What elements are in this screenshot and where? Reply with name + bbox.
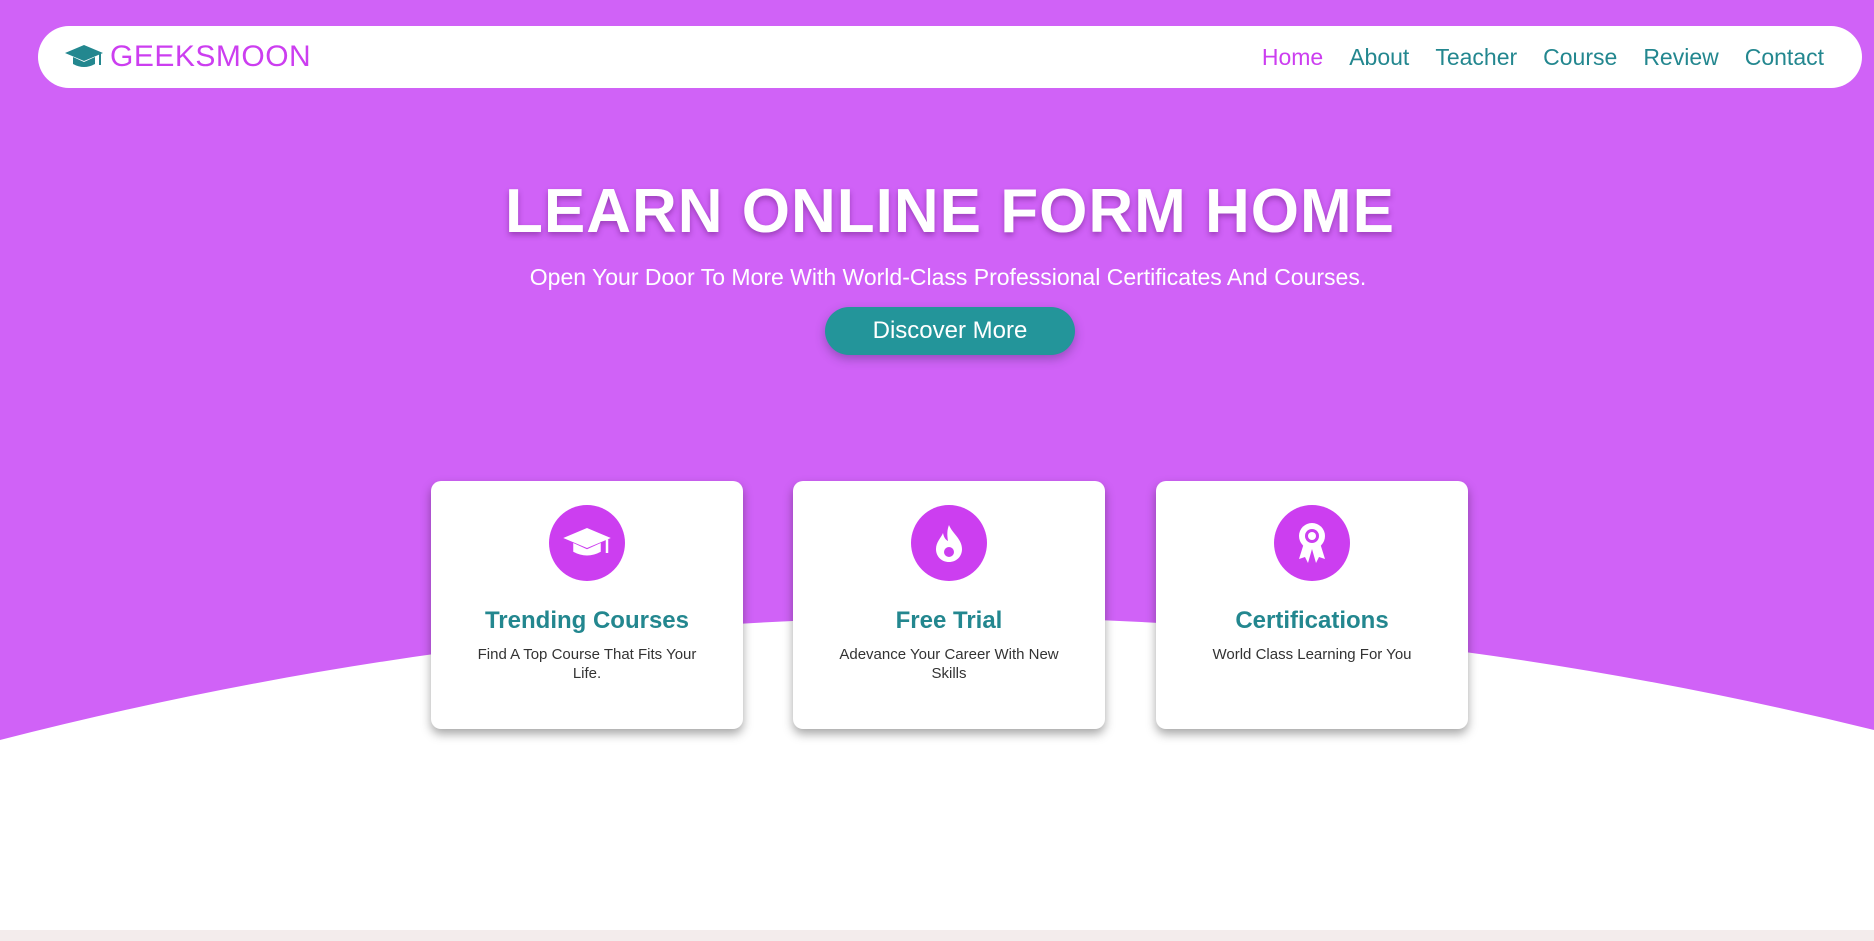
nav-item-review[interactable]: Review: [1643, 44, 1718, 71]
bottom-divider: [0, 930, 1874, 941]
card-text: World Class Learning For You: [1212, 646, 1412, 663]
card-text: Find A Top Course That Fits Your Life.: [477, 646, 697, 682]
navbar: GEEKSMOON Home About Teacher Course Revi…: [38, 26, 1862, 88]
card-title: Free Trial: [895, 607, 1003, 634]
hero-title: LEARN ONLINE FORM HOME: [505, 177, 1395, 246]
hero-subtitle: Open Your Door To More With World-Class …: [529, 264, 1367, 290]
card-title: Trending Courses: [484, 607, 690, 634]
feature-card-certifications[interactable]: Certifications World Class Learning For …: [1156, 481, 1468, 729]
page: GEEKSMOON Home About Teacher Course Revi…: [0, 0, 1874, 941]
nav-item-teacher[interactable]: Teacher: [1435, 44, 1517, 71]
nav-menu: Home About Teacher Course Review Contact: [1262, 44, 1824, 71]
feature-card-free-trial[interactable]: Free Trial Adevance Your Career With New…: [793, 481, 1105, 729]
graduation-cap-icon: [549, 505, 625, 581]
nav-item-home[interactable]: Home: [1262, 44, 1323, 71]
award-icon: [1274, 505, 1350, 581]
discover-more-button[interactable]: Discover More: [825, 307, 1075, 355]
card-text: Adevance Your Career With New Skills: [839, 646, 1059, 682]
nav-item-about[interactable]: About: [1349, 44, 1409, 71]
brand-name: GEEKSMOON: [110, 40, 312, 73]
fire-icon: [911, 505, 987, 581]
feature-card-trending-courses[interactable]: Trending Courses Find A Top Course That …: [431, 481, 743, 729]
card-title: Certifications: [1235, 607, 1389, 634]
graduation-cap-icon: [64, 43, 104, 71]
nav-item-contact[interactable]: Contact: [1745, 44, 1824, 71]
brand-logo[interactable]: GEEKSMOON: [64, 40, 311, 74]
nav-item-course[interactable]: Course: [1543, 44, 1617, 71]
